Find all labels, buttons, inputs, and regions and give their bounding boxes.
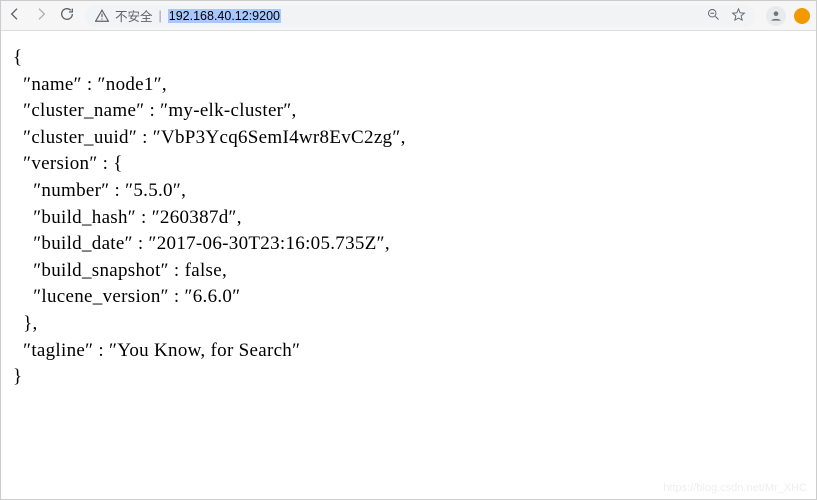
- divider: |: [159, 9, 162, 23]
- json-response: { ″name″ : ″node1″, ″cluster_name″ : ″my…: [1, 31, 816, 405]
- notification-badge[interactable]: [794, 8, 810, 24]
- zoom-icon[interactable]: [706, 7, 721, 25]
- cluster-name-value: my-elk-cluster: [168, 100, 283, 121]
- name-value: node1: [106, 74, 154, 95]
- lucene-version-value: 6.6.0: [193, 286, 233, 307]
- reload-button[interactable]: [59, 6, 75, 25]
- build-snapshot-value: false: [185, 260, 222, 281]
- insecure-label: 不安全: [115, 6, 153, 25]
- watermark: https://blog.csdn.net/Mr_XHC: [663, 482, 807, 494]
- browser-toolbar: 不安全 | 192.168.40.12:9200: [1, 1, 816, 31]
- url-text: 192.168.40.12:9200: [168, 9, 281, 23]
- profile-area: [766, 6, 810, 26]
- cluster-uuid-value: VbP3Ycq6SemI4wr8EvC2zg: [161, 127, 392, 148]
- version-number-value: 5.5.0: [133, 180, 173, 201]
- avatar-icon[interactable]: [766, 6, 786, 26]
- forward-button[interactable]: [33, 6, 49, 25]
- back-button[interactable]: [7, 6, 23, 25]
- address-bar[interactable]: 不安全 | 192.168.40.12:9200: [85, 5, 756, 27]
- star-icon[interactable]: [731, 7, 746, 25]
- addr-right: [706, 7, 746, 25]
- build-hash-value: 260387d: [160, 207, 229, 228]
- nav-buttons: [7, 6, 75, 25]
- warning-icon: [95, 9, 109, 23]
- build-date-value: 2017-06-30T23:16:05.735Z: [157, 233, 377, 254]
- tagline-value: You Know, for Search: [117, 340, 292, 361]
